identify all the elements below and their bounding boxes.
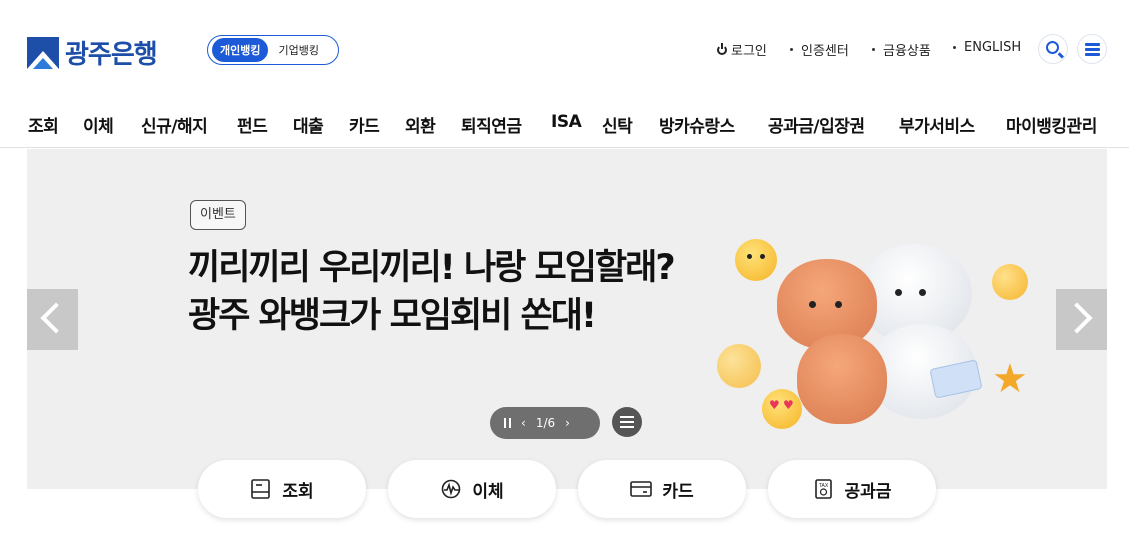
nav-item-forex[interactable]: 외환 (405, 112, 436, 137)
bullet-icon (790, 48, 793, 51)
products-label: 금융상품 (883, 44, 931, 59)
event-banner[interactable]: 이벤트 끼리끼리 우리끼리! 나랑 모임할래? 광주 와뱅크가 모임회비 쏜대!… (27, 149, 1107, 489)
english-label: ENGLISH (964, 40, 1022, 55)
quick-inquiry-button[interactable]: 조회 (198, 460, 366, 518)
banner-headline: 끼리끼리 우리끼리! 나랑 모임할래? 광주 와뱅크가 모임회비 쏜대! (188, 244, 676, 340)
bullet-icon (872, 48, 875, 51)
inquiry-icon (251, 479, 271, 499)
nav-item-isa[interactable]: ISA (551, 112, 582, 132)
prev-slide-button[interactable] (27, 289, 78, 350)
tax-icon: TAX (814, 479, 832, 499)
brown-dog-body (797, 334, 887, 424)
next-slide-button[interactable] (1056, 289, 1107, 350)
card-icon (630, 481, 653, 497)
nav-item-trust[interactable]: 신탁 (602, 112, 633, 137)
nav-item-inquiry[interactable]: 조회 (28, 112, 59, 137)
coin-icon (717, 344, 761, 388)
nav-item-card[interactable]: 카드 (349, 112, 380, 137)
all-menu-button[interactable] (1077, 34, 1107, 64)
bullet-icon (953, 46, 956, 49)
heart-eyes-emoji-icon: ♥ ♥ (762, 389, 802, 429)
svg-text:TAX: TAX (818, 483, 828, 489)
star-icon: ★ (992, 356, 1028, 402)
transfer-icon (442, 479, 461, 499)
quick-transfer-button[interactable]: 이체 (388, 460, 556, 518)
quick-card-label: 카드 (662, 481, 694, 502)
nav-item-my-banking[interactable]: 마이뱅킹관리 (1006, 112, 1097, 137)
chevron-left-icon (40, 302, 72, 334)
quick-card-button[interactable]: 카드 (578, 460, 746, 518)
nav-item-utility-bills[interactable]: 공과금/입장권 (768, 112, 865, 137)
products-link[interactable]: 금융상품 (872, 40, 931, 59)
main-navigation: 조회 이체 신규/해지 펀드 대출 카드 외환 퇴직연금 ISA 신탁 방카슈랑… (0, 100, 1129, 148)
quick-inquiry-label: 조회 (282, 481, 314, 502)
menu-icon (1085, 43, 1100, 56)
event-tag: 이벤트 (190, 200, 246, 230)
nav-item-transfer[interactable]: 이체 (83, 112, 114, 137)
nav-item-open-close[interactable]: 신규/해지 (141, 112, 208, 137)
nav-item-pension[interactable]: 퇴직연금 (461, 112, 522, 137)
smiley-emoji-icon (735, 239, 777, 281)
search-button[interactable] (1038, 34, 1068, 64)
login-link[interactable]: 로그인 (717, 40, 767, 59)
nav-item-bancassurance[interactable]: 방카슈랑스 (659, 112, 735, 137)
headline-line-1: 끼리끼리 우리끼리! 나랑 모임할래? (188, 248, 676, 288)
corporate-banking-tab[interactable]: 기업뱅킹 (278, 42, 318, 58)
logo-text: 광주은행 (65, 40, 158, 70)
bank-logo[interactable]: 광주은행 (27, 34, 158, 71)
site-header: 광주은행 개인뱅킹 기업뱅킹 로그인 인증센터 금융상품 ENGLISH (0, 0, 1129, 100)
logo-mark-icon (27, 36, 59, 69)
quick-tax-label: 공과금 (844, 481, 892, 502)
pause-icon[interactable] (504, 418, 511, 428)
cert-center-label: 인증센터 (801, 44, 849, 59)
banking-toggle: 개인뱅킹 기업뱅킹 (207, 35, 339, 65)
chevron-right-icon (1061, 302, 1093, 334)
slide-controls: ‹ 1/6 › (490, 407, 600, 439)
search-icon (1046, 41, 1059, 54)
nav-item-fund[interactable]: 펀드 (237, 112, 268, 137)
all-slides-button[interactable] (612, 407, 642, 437)
quick-transfer-label: 이체 (472, 481, 504, 502)
nav-item-extra-services[interactable]: 부가서비스 (899, 112, 975, 137)
banner-illustration: ★ ♥ ♥ (707, 229, 1047, 439)
headline-line-2: 광주 와뱅크가 모임회비 쏜대! (188, 296, 597, 336)
quick-tax-button[interactable]: TAX 공과금 (768, 460, 936, 518)
coin-icon (992, 264, 1028, 300)
english-link[interactable]: ENGLISH (953, 40, 1021, 55)
cert-center-link[interactable]: 인증센터 (790, 40, 849, 59)
next-page-icon[interactable]: › (565, 416, 570, 430)
slide-pager: 1/6 (535, 416, 556, 430)
prev-page-icon[interactable]: ‹ (521, 416, 526, 430)
power-icon (717, 42, 727, 55)
nav-item-loan[interactable]: 대출 (293, 112, 324, 137)
login-label: 로그인 (731, 44, 767, 59)
personal-banking-tab[interactable]: 개인뱅킹 (212, 38, 269, 62)
